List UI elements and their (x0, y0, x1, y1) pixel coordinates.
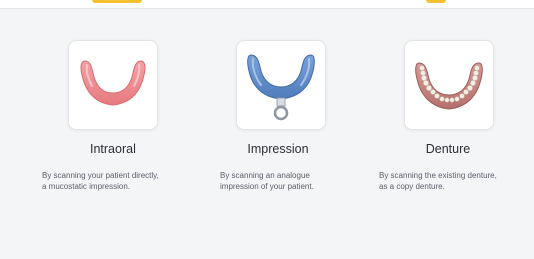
impression-desc-line-2: impression of your patient. (220, 182, 314, 191)
impression-desc-line-1: By scanning an analogue (220, 171, 310, 180)
top-bar (0, 0, 534, 9)
intraoral-desc-line-1: By scanning your patient directly, (42, 171, 159, 180)
option-denture[interactable]: Denture By scanning the existing denture… (370, 40, 520, 210)
option-intraoral[interactable]: Intraoral By scanning your patient direc… (22, 40, 172, 210)
intraoral-card[interactable] (68, 40, 158, 130)
active-indicator-left (92, 0, 142, 3)
active-indicator-right (426, 0, 446, 3)
blue-impression-tray-icon (247, 54, 315, 121)
impression-card[interactable] (236, 40, 326, 130)
intraoral-desc-line-2: a mucostatic impression. (42, 182, 131, 191)
impression-title: Impression (247, 142, 309, 156)
impression-description: By scanning an analogue impression of yo… (220, 170, 314, 192)
denture-desc-line-2: as a copy denture. (379, 182, 445, 191)
pink-gum-arch-icon (80, 60, 146, 106)
denture-desc-line-1: By scanning the existing denture, (379, 171, 497, 180)
denture-arch-icon (415, 62, 483, 110)
option-impression[interactable]: Impression By scanning an analogue impre… (203, 40, 353, 210)
denture-card[interactable] (404, 40, 494, 130)
intraoral-title: Intraoral (90, 142, 136, 156)
intraoral-description: By scanning your patient directly, a muc… (42, 170, 159, 192)
scan-type-selection-page: Intraoral By scanning your patient direc… (0, 0, 534, 259)
denture-title: Denture (425, 142, 471, 156)
denture-description: By scanning the existing denture, as a c… (379, 170, 497, 192)
